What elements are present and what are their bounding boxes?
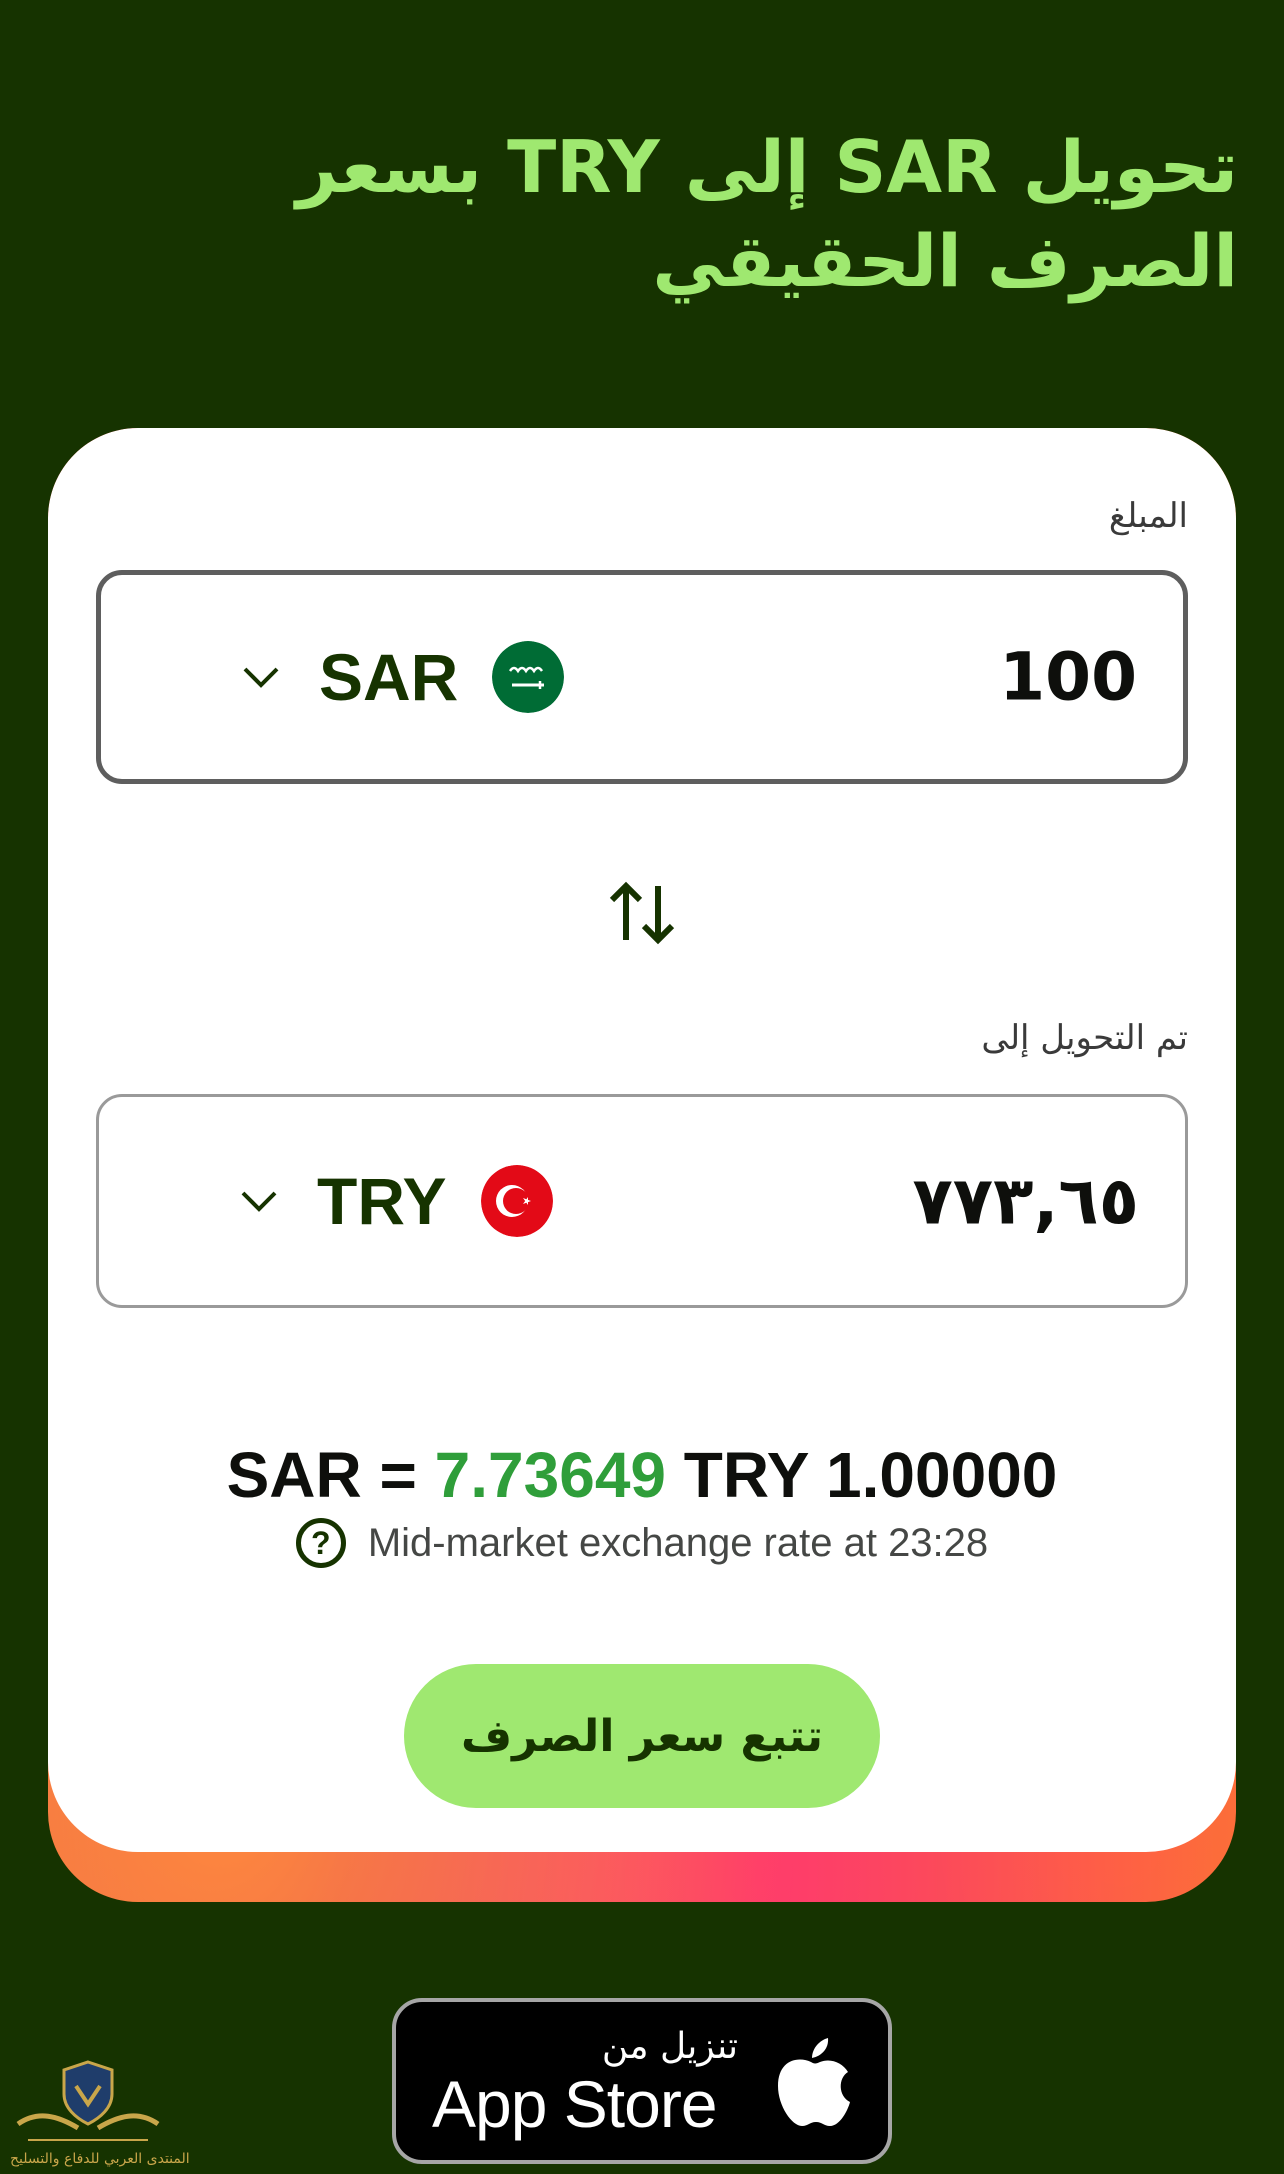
converter-card-frame: المبلغ SAR 100 تم التحويل إلى TRY ٧٧٣,٦٥… [48,428,1236,1902]
app-store-badge[interactable]: تنزيل من App Store [392,1998,892,2164]
app-store-small-text: تنزيل من [601,2026,738,2067]
watermark-text: المنتدى العربي للدفاع والتسليح [10,2151,190,2167]
rate-value: 7.73649 [434,1439,667,1511]
track-rate-button[interactable]: تتبع سعر الصرف [404,1664,880,1808]
swap-currencies-icon[interactable] [608,880,676,946]
page-title: تحويل SAR إلى TRY بسعر الصرف الحقيقي [296,125,1238,303]
chevron-down-icon [241,662,285,692]
apple-icon [778,2038,850,2126]
mid-market-text: Mid-market exchange rate at 23:28 [367,1520,989,1565]
converter-card: المبلغ SAR 100 تم التحويل إلى TRY ٧٧٣,٦٥… [48,428,1236,1852]
converted-field[interactable]: TRY ٧٧٣,٦٥ [96,1094,1188,1308]
rate-target-currency: TRY [683,1439,809,1511]
converted-amount: ٧٧٣,٦٥ [912,1162,1140,1240]
mid-market-info: ? Mid-market exchange rate at 23:28 [48,1518,1236,1568]
exchange-rate: SAR = 7.73649 TRY 1.00000 [48,1438,1236,1512]
target-currency-selector[interactable]: TRY [239,1163,553,1239]
converted-label: تم التحويل إلى [981,1018,1188,1058]
question-icon[interactable]: ? [295,1518,346,1568]
amount-label: المبلغ [1108,496,1188,536]
rate-base-amount: 1.00000 [826,1439,1058,1511]
rate-equals: = [379,1439,417,1511]
target-currency-code: TRY [317,1164,447,1238]
source-currency-selector[interactable]: SAR [241,639,565,715]
amount-field[interactable]: SAR 100 [96,570,1188,784]
rate-base-currency: SAR [226,1439,362,1511]
saudi-flag-icon [492,641,565,713]
amount-input[interactable]: 100 [999,639,1137,716]
source-currency-code: SAR [319,640,459,714]
chevron-down-icon [239,1186,283,1216]
app-store-big-text: App Store [432,2067,718,2141]
turkey-flag-icon [480,1165,553,1237]
